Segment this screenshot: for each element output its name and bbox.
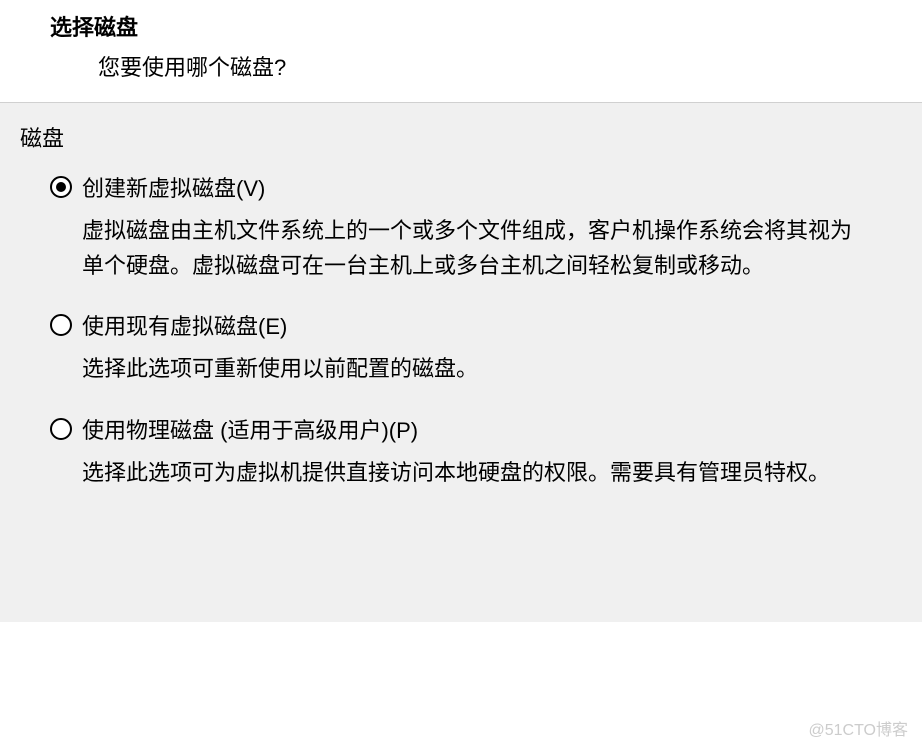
radio-icon — [50, 176, 72, 198]
disk-radio-group: 创建新虚拟磁盘(V) 虚拟磁盘由主机文件系统上的一个或多个文件组成，客户机操作系… — [20, 171, 902, 490]
radio-description: 虚拟磁盘由主机文件系统上的一个或多个文件组成，客户机操作系统会将其视为单个硬盘。… — [50, 213, 880, 283]
radio-description: 选择此选项可为虚拟机提供直接访问本地硬盘的权限。需要具有管理员特权。 — [50, 455, 880, 490]
page-title: 选择磁盘 — [50, 10, 872, 42]
radio-option-physical-disk: 使用物理磁盘 (适用于高级用户)(P) 选择此选项可为虚拟机提供直接访问本地硬盘… — [50, 413, 902, 490]
radio-use-existing-disk[interactable]: 使用现有虚拟磁盘(E) — [50, 309, 902, 341]
disk-group-label: 磁盘 — [20, 121, 902, 153]
radio-option-use-existing: 使用现有虚拟磁盘(E) 选择此选项可重新使用以前配置的磁盘。 — [50, 309, 902, 386]
radio-label: 创建新虚拟磁盘(V) — [82, 171, 265, 203]
watermark: @51CTO博客 — [808, 716, 908, 740]
radio-use-physical-disk[interactable]: 使用物理磁盘 (适用于高级用户)(P) — [50, 413, 902, 445]
radio-label: 使用物理磁盘 (适用于高级用户)(P) — [82, 413, 418, 445]
page-subtitle: 您要使用哪个磁盘? — [50, 50, 872, 82]
radio-create-new-disk[interactable]: 创建新虚拟磁盘(V) — [50, 171, 902, 203]
radio-label: 使用现有虚拟磁盘(E) — [82, 309, 287, 341]
radio-icon — [50, 314, 72, 336]
content-panel: 磁盘 创建新虚拟磁盘(V) 虚拟磁盘由主机文件系统上的一个或多个文件组成，客户机… — [0, 102, 922, 622]
wizard-header: 选择磁盘 您要使用哪个磁盘? — [0, 0, 922, 102]
radio-description: 选择此选项可重新使用以前配置的磁盘。 — [50, 351, 880, 386]
radio-option-create-new: 创建新虚拟磁盘(V) 虚拟磁盘由主机文件系统上的一个或多个文件组成，客户机操作系… — [50, 171, 902, 283]
radio-icon — [50, 418, 72, 440]
